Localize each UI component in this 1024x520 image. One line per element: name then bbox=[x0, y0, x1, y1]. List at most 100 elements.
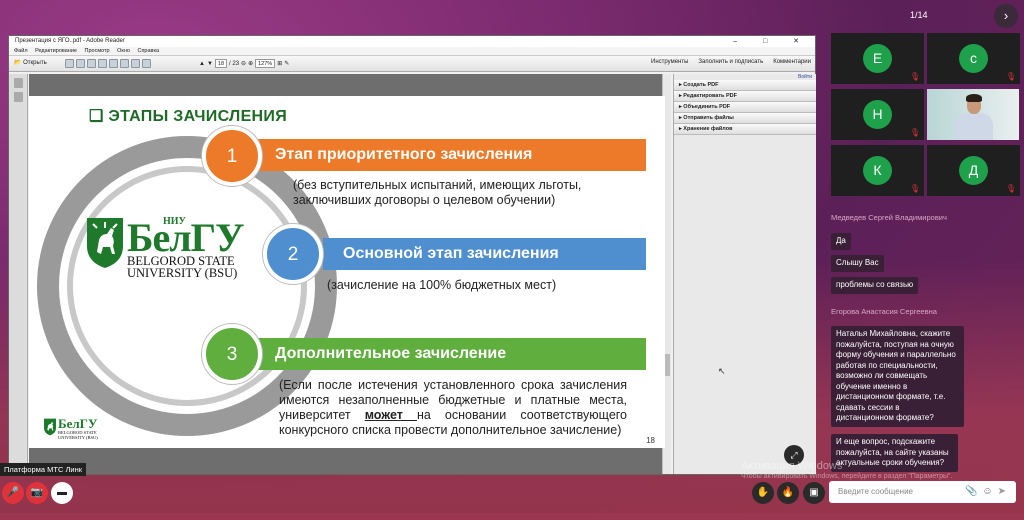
platform-label: Платформа МТС Линк bbox=[0, 463, 86, 476]
print-icon[interactable] bbox=[87, 59, 96, 68]
reader-title: Презентация с ЯГО..pdf - Adobe Reader bbox=[15, 38, 125, 44]
small-bsu-subtitle: BELGOROD STATE UNIVERSITY (BSU) bbox=[58, 430, 98, 440]
expand-icon: ⤢ bbox=[790, 450, 798, 460]
menu-file[interactable]: Файл bbox=[14, 48, 28, 54]
next-page-button[interactable]: › bbox=[994, 4, 1018, 28]
panel-label: Объединить PDF bbox=[683, 104, 731, 110]
mic-off-icon: 🎙 bbox=[1005, 184, 1016, 193]
create-icon[interactable] bbox=[65, 59, 74, 68]
menu-window[interactable]: Окно bbox=[117, 48, 130, 54]
open-label: Открыть bbox=[23, 60, 47, 66]
reader-toolbar: 📂 Открыть ▲ ▼ 18 / 23 ⊖ ⊕ 127% ⊞ ✎ Инстр… bbox=[9, 56, 815, 72]
menu-view[interactable]: Просмотр bbox=[85, 48, 110, 54]
panel-send-files[interactable]: ▸ Отправить файлы bbox=[674, 113, 816, 124]
toolbar-icons bbox=[65, 59, 151, 68]
attach-icon[interactable]: 📎 bbox=[965, 486, 982, 497]
tools-tab[interactable]: Инструменты bbox=[651, 59, 688, 65]
slide: ❑ ЭТАПЫ ЗАЧИСЛЕНИЯ НИУ БелГУ BELGOROD ST… bbox=[29, 96, 665, 448]
chat-input-icons: 📎☺➤ bbox=[965, 481, 1011, 503]
zoom-out-icon[interactable]: ⊖ bbox=[241, 60, 246, 67]
email-icon[interactable] bbox=[98, 59, 107, 68]
panel-store-files[interactable]: ▸ Хранение файлов bbox=[674, 124, 816, 135]
horse-emblem-icon bbox=[87, 218, 123, 268]
participant-tile[interactable]: Н 🎙 bbox=[831, 89, 924, 140]
page-input[interactable]: 18 bbox=[214, 59, 228, 68]
participant-tile[interactable]: с 🎙 bbox=[927, 33, 1020, 84]
mouse-cursor-icon: ↖ bbox=[718, 366, 726, 376]
zoom-input[interactable]: 127% bbox=[255, 59, 276, 68]
next-page-icon[interactable]: ▼ bbox=[207, 61, 213, 67]
hand-icon: ✋ bbox=[756, 487, 770, 498]
avatar: Н bbox=[863, 100, 892, 129]
attachment-icon[interactable] bbox=[13, 92, 23, 102]
mic-off-icon: 🎙 bbox=[1005, 72, 1016, 81]
chat-sender: Медведев Сергей Владимирович bbox=[831, 213, 947, 222]
chat-sender: Егорова Анастасия Сергеевна bbox=[831, 307, 937, 316]
panel-label: Хранение файлов bbox=[683, 126, 733, 132]
mic-off-icon: 🎙 bbox=[909, 72, 920, 81]
layout-icon: ▣ bbox=[809, 487, 819, 498]
save-icon[interactable] bbox=[76, 59, 85, 68]
panel-label: Создать PDF bbox=[683, 82, 719, 88]
fire-icon: 🔥 bbox=[781, 487, 795, 498]
settings-icon[interactable] bbox=[142, 59, 151, 68]
screen-share-button[interactable]: ▬ bbox=[51, 482, 73, 504]
page-navigator: ▲ ▼ 18 / 23 ⊖ ⊕ 127% ⊞ ✎ bbox=[199, 59, 289, 68]
avatar: с bbox=[959, 44, 988, 73]
menu-help[interactable]: Справка bbox=[137, 48, 159, 54]
zoom-in-icon[interactable]: ⊕ bbox=[248, 60, 253, 67]
fill-sign-tab[interactable]: Заполнить и подписать bbox=[698, 59, 763, 65]
reaction-button[interactable]: 🔥 bbox=[777, 482, 799, 504]
stage-2-desc: (зачисление на 100% бюджетных мест) bbox=[327, 278, 557, 292]
camera-toggle-button[interactable]: 📷 bbox=[26, 482, 48, 504]
slide-title: ❑ ЭТАПЫ ЗАЧИСЛЕНИЯ bbox=[89, 108, 288, 125]
bsu-subtitle: BELGOROD STATE UNIVERSITY (BSU) bbox=[127, 255, 238, 280]
participant-tile[interactable]: Е 🎙 bbox=[831, 33, 924, 84]
fit-icon[interactable]: ⊞ bbox=[277, 60, 282, 67]
slide-page-number: 18 bbox=[646, 436, 655, 445]
screen-icon: ▬ bbox=[57, 487, 67, 498]
stage-3-desc-emph: может bbox=[364, 408, 417, 422]
raise-hand-button[interactable]: ✋ bbox=[752, 482, 774, 504]
stage-3-band: Дополнительное зачисление bbox=[255, 338, 646, 370]
video-person-body bbox=[955, 113, 993, 140]
prev-page-icon[interactable]: ▲ bbox=[199, 61, 205, 67]
stage-3-circle: 3 bbox=[202, 324, 262, 384]
tools-panel: Войти ▸ Создать PDF ▸ Редактировать PDF … bbox=[673, 74, 816, 474]
mic-off-icon: 🎤 bbox=[6, 487, 20, 498]
toolbar-right: Инструменты Заполнить и подписать Коммен… bbox=[651, 59, 811, 65]
share-icon[interactable] bbox=[120, 59, 129, 68]
stage-1-desc: (без вступительных испытаний, имеющих ль… bbox=[293, 178, 582, 207]
upload-icon[interactable] bbox=[109, 59, 118, 68]
panel-combine-pdf[interactable]: ▸ Объединить PDF bbox=[674, 102, 816, 113]
panel-create-pdf[interactable]: ▸ Создать PDF bbox=[674, 80, 816, 91]
panel-edit-pdf[interactable]: ▸ Редактировать PDF bbox=[674, 91, 816, 102]
left-sidebar bbox=[9, 74, 28, 474]
window-controls[interactable]: ‒ □ ✕ bbox=[733, 36, 811, 47]
chat-message: Наталья Михайловна, скажите пожалуйста, … bbox=[831, 326, 964, 427]
chat-input[interactable]: Введите сообщение 📎☺➤ bbox=[829, 481, 1016, 503]
mic-toggle-button[interactable]: 🎤 bbox=[2, 482, 24, 504]
open-button[interactable]: 📂 Открыть bbox=[14, 59, 47, 66]
windows-activation-watermark: Активация Windows Чтобы активировать Win… bbox=[741, 460, 952, 480]
chat-message: Да bbox=[831, 233, 851, 250]
watermark-text: Чтобы активировать Windows, перейдите в … bbox=[741, 473, 953, 480]
small-bsu-logo: БелГУ BELGOROD STATE UNIVERSITY (BSU) bbox=[43, 416, 98, 441]
send-icon[interactable]: ➤ bbox=[998, 486, 1011, 497]
bsu-line2: UNIVERSITY (BSU) bbox=[127, 266, 238, 280]
participant-video[interactable] bbox=[927, 89, 1019, 140]
participant-tile[interactable]: К 🎙 bbox=[831, 145, 924, 196]
camera-off-icon: 📷 bbox=[30, 487, 44, 498]
comments-tab[interactable]: Комментарии bbox=[773, 59, 811, 65]
menu-edit[interactable]: Редактирование bbox=[35, 48, 77, 54]
comment-icon[interactable]: ✎ bbox=[284, 60, 289, 67]
participant-tile[interactable]: Д 🎙 bbox=[927, 145, 1020, 196]
small-horse-emblem-icon bbox=[44, 418, 56, 436]
layout-button[interactable]: ▣ bbox=[803, 482, 825, 504]
pages-icon[interactable] bbox=[13, 78, 23, 88]
stage-3-desc: (Если после истечения установленного сро… bbox=[279, 378, 627, 438]
find-icon[interactable] bbox=[131, 59, 140, 68]
emoji-icon[interactable]: ☺ bbox=[982, 486, 997, 497]
reader-titlebar: Презентация с ЯГО..pdf - Adobe Reader ‒ … bbox=[9, 36, 815, 47]
panel-label: Отправить файлы bbox=[683, 115, 734, 121]
